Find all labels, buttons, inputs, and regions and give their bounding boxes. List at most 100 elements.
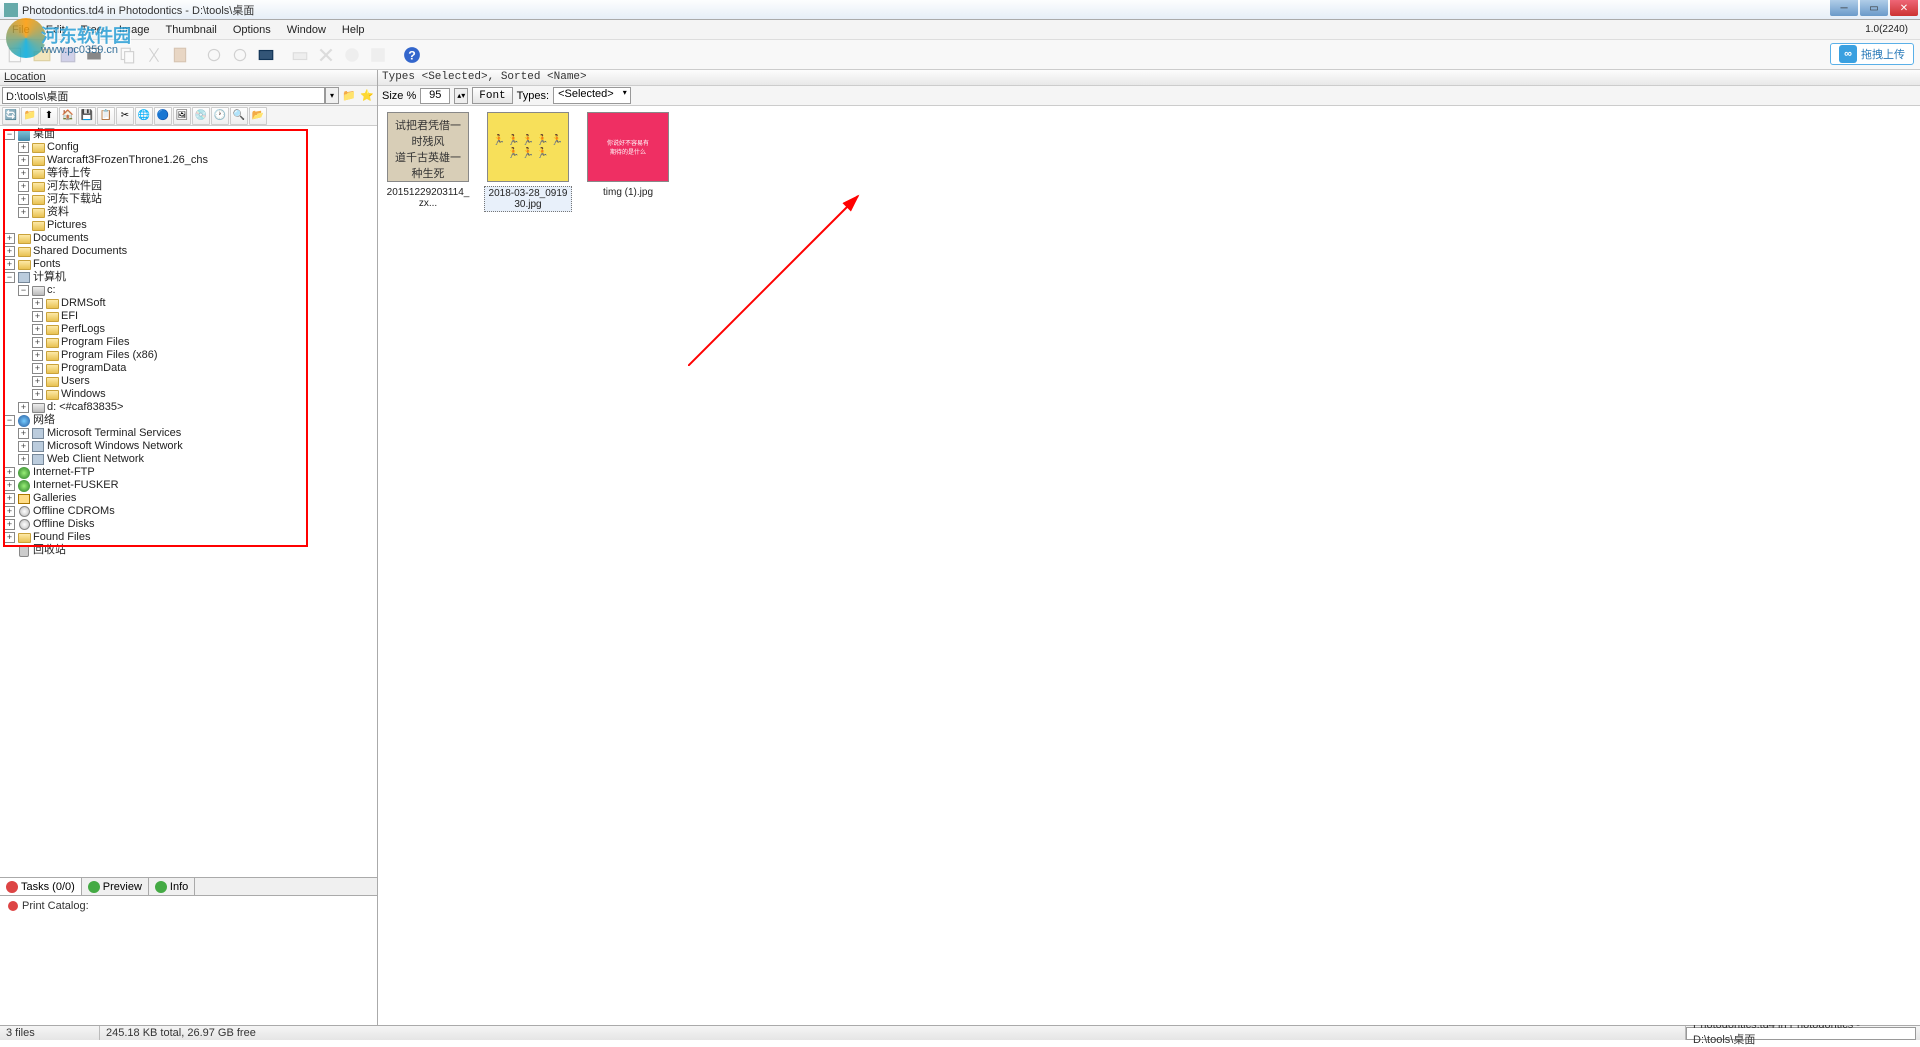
right-panel: Types <Selected>, Sorted <Name> Size % 9… (378, 70, 1920, 1025)
menu-file[interactable]: File (4, 24, 38, 36)
close-button[interactable]: ✕ (1890, 0, 1918, 16)
tree-item[interactable]: +Program Files (x86) (32, 349, 375, 362)
mt-web2-icon[interactable]: 🔵 (154, 107, 172, 125)
minimize-button[interactable]: ─ (1830, 0, 1858, 16)
thumbnail-area[interactable]: 试把君凭借一时残风道千古英雄一种生死🍃20151229203114_zx...🏃… (378, 106, 1920, 1025)
tree-item[interactable]: +Users (32, 375, 375, 388)
tree-item[interactable]: +Offline Disks (4, 518, 375, 531)
thumbnail-image: 试把君凭借一时残风道千古英雄一种生死🍃 (387, 112, 469, 182)
folder-tree[interactable]: −桌面+Config+Warcraft3FrozenThrone1.26_chs… (0, 126, 377, 877)
tree-item[interactable]: +ProgramData (32, 362, 375, 375)
location-dropdown[interactable]: ▾ (325, 87, 339, 104)
upload-icon: ∞ (1839, 45, 1857, 63)
menu-options[interactable]: Options (225, 24, 279, 36)
tree-item[interactable]: +Microsoft Windows Network (18, 440, 375, 453)
toolbar-misc-icon (366, 43, 390, 67)
upload-button[interactable]: ∞ 拖拽上传 (1830, 43, 1914, 65)
svg-text:?: ? (408, 48, 416, 62)
tree-item[interactable]: +Internet-FTP (4, 466, 375, 479)
tree-item[interactable]: +Windows (32, 388, 375, 401)
tree-item[interactable]: −桌面 (4, 128, 375, 141)
tree-item[interactable]: +Microsoft Terminal Services (18, 427, 375, 440)
types-select[interactable]: <Selected> (553, 87, 631, 104)
tree-item[interactable]: +Program Files (32, 336, 375, 349)
toolbar-copy-icon (116, 43, 140, 67)
toolbar-rotate2-icon (228, 43, 252, 67)
mt-hist-icon[interactable]: 🕐 (211, 107, 229, 125)
mt-gal-icon[interactable]: 🖼 (173, 107, 191, 125)
mt-find-icon[interactable]: 🔍 (230, 107, 248, 125)
mt-cut-icon[interactable]: ✂ (116, 107, 134, 125)
thumbnail-image: 你说好不容易有期待的是什么 (587, 112, 669, 182)
tab-tasks[interactable]: Tasks (0/0) (0, 878, 82, 895)
menu-edit[interactable]: Edit (38, 24, 73, 36)
location-fav-icon[interactable]: ⭐ (359, 88, 375, 104)
tree-item[interactable]: +资料 (18, 206, 375, 219)
menu-tree[interactable]: Tree (73, 24, 111, 36)
toolbar-rotate-icon (202, 43, 226, 67)
version-label: 1.0(2240) (1857, 24, 1916, 35)
mt-tree-icon[interactable]: 📁 (21, 107, 39, 125)
menu-help[interactable]: Help (334, 24, 373, 36)
tree-item[interactable]: +河东软件园 (18, 180, 375, 193)
mt-web-icon[interactable]: 🌐 (135, 107, 153, 125)
location-go-icon[interactable]: 📁 (341, 88, 357, 104)
mt-cd-icon[interactable]: 💿 (192, 107, 210, 125)
window-title: Photodontics.td4 in Photodontics - D:\to… (22, 2, 254, 18)
thumbnail-item[interactable]: 🏃🏃🏃🏃🏃🏃🏃🏃2018-03-28_091930.jpg (484, 112, 572, 212)
thumbnail-item[interactable]: 试把君凭借一时残风道千古英雄一种生死🍃20151229203114_zx... (384, 112, 472, 212)
mt-refresh-icon[interactable]: 🔄 (2, 107, 20, 125)
tree-item[interactable]: +Galleries (4, 492, 375, 505)
toolbar-delete-icon (314, 43, 338, 67)
tree-item[interactable]: +Documents (4, 232, 375, 245)
toolbar-move-icon (288, 43, 312, 67)
tree-item[interactable]: +EFI (32, 310, 375, 323)
status-path: Photodontics.td4 in Photodontics - D:\to… (1686, 1027, 1916, 1040)
size-value[interactable]: 95 (420, 88, 450, 104)
tree-item[interactable]: +d: <#caf83835> (18, 401, 375, 414)
tree-item[interactable]: −计算机 (4, 271, 375, 284)
maximize-button[interactable]: ▭ (1860, 0, 1888, 16)
tree-item[interactable]: +Warcraft3FrozenThrone1.26_chs (18, 154, 375, 167)
tab-info[interactable]: Info (149, 878, 195, 895)
thumbnail-name: timg (1).jpg (584, 186, 672, 199)
toolbar-scan-icon[interactable] (254, 43, 278, 67)
tree-item[interactable]: +河东下载站 (18, 193, 375, 206)
tree-item[interactable]: +Web Client Network (18, 453, 375, 466)
tree-item[interactable]: +Offline CDROMs (4, 505, 375, 518)
task-icon (8, 901, 18, 911)
tree-item[interactable]: +Fonts (4, 258, 375, 271)
thumbnail-header: Types <Selected>, Sorted <Name> (378, 70, 1920, 86)
window-controls: ─ ▭ ✕ (1828, 0, 1918, 16)
mt-up-icon[interactable]: ⬆ (40, 107, 58, 125)
tree-item[interactable]: +Config (18, 141, 375, 154)
tree-item[interactable]: +Internet-FUSKER (4, 479, 375, 492)
tree-item[interactable]: −c: (18, 284, 375, 297)
tree-item[interactable]: −网络 (4, 414, 375, 427)
tree-item[interactable]: +Shared Documents (4, 245, 375, 258)
menu-image[interactable]: Image (111, 24, 158, 36)
location-input[interactable]: D:\tools\桌面 (2, 87, 325, 104)
mt-save-icon[interactable]: 💾 (78, 107, 96, 125)
task-row: Print Catalog: (8, 900, 369, 912)
mt-fold-icon[interactable]: 📂 (249, 107, 267, 125)
size-stepper[interactable]: ▴▾ (454, 88, 468, 104)
tree-item[interactable]: Pictures (18, 219, 375, 232)
tree-item[interactable]: +DRMSoft (32, 297, 375, 310)
toolbar-print-icon[interactable] (82, 43, 106, 67)
mt-home-icon[interactable]: 🏠 (59, 107, 77, 125)
tree-item[interactable]: +PerfLogs (32, 323, 375, 336)
tree-item[interactable]: 回收站 (4, 544, 375, 557)
tree-item[interactable]: +等待上传 (18, 167, 375, 180)
font-button[interactable]: Font (472, 87, 512, 104)
types-label: Types: (517, 90, 549, 102)
tree-item[interactable]: +Found Files (4, 531, 375, 544)
mt-copy-icon[interactable]: 📋 (97, 107, 115, 125)
title-bar: Photodontics.td4 in Photodontics - D:\to… (0, 0, 1920, 20)
tab-preview[interactable]: Preview (82, 878, 149, 895)
thumbnail-item[interactable]: 你说好不容易有期待的是什么 timg (1).jpg (584, 112, 672, 212)
menu-thumbnail[interactable]: Thumbnail (158, 24, 225, 36)
menu-window[interactable]: Window (279, 24, 334, 36)
app-icon (4, 3, 18, 17)
toolbar-help-icon[interactable]: ? (400, 43, 424, 67)
